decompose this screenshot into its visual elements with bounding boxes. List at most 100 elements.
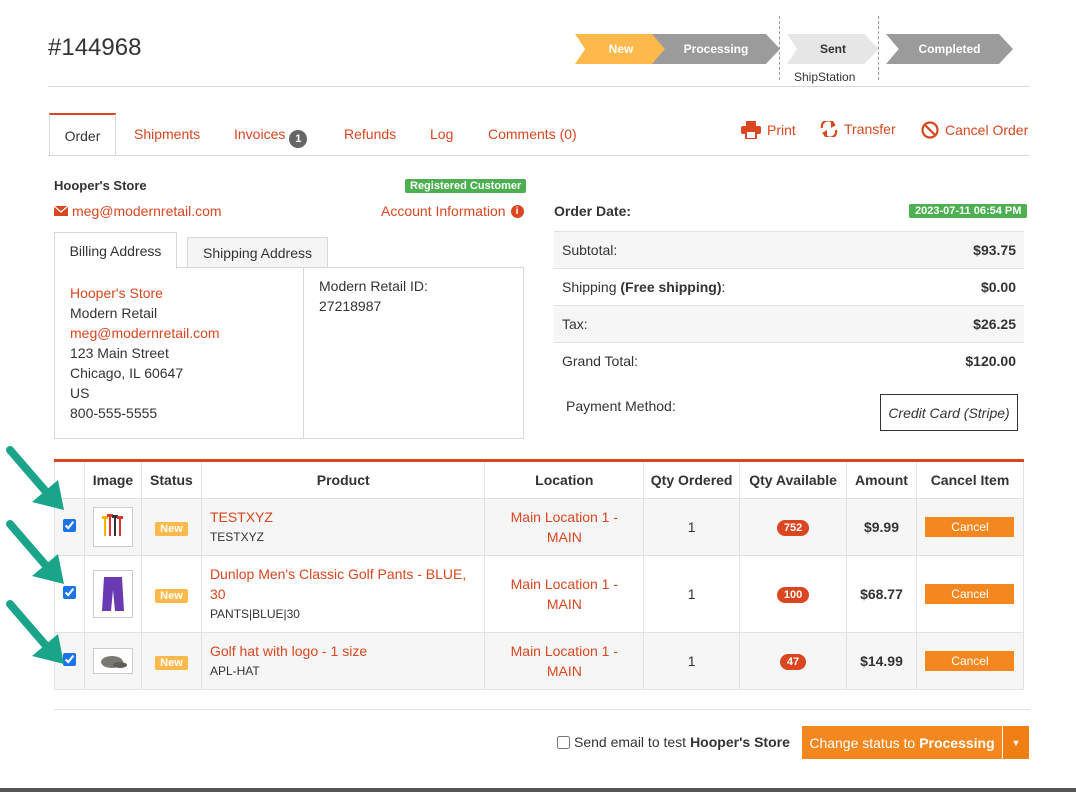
- product-sku: PANTS|BLUE|30: [209, 607, 300, 621]
- transfer-label: Transfer: [844, 121, 896, 137]
- ban-icon: [921, 121, 939, 139]
- product-sku: APL-HAT: [209, 664, 260, 678]
- annotation-arrow-icon: [6, 600, 64, 664]
- tab-order[interactable]: Order: [49, 113, 116, 156]
- account-information-label: Account Information: [381, 203, 506, 219]
- shipping-value: $0.00: [896, 268, 1024, 306]
- product-link[interactable]: Golf hat with logo - 1 size: [210, 641, 479, 661]
- row-image-cell: [83, 555, 142, 633]
- pipeline-step-completed[interactable]: Completed: [886, 34, 1013, 64]
- col-qty-ordered: Qty Ordered: [643, 460, 741, 499]
- product-sku: TESTXYZ: [209, 530, 264, 544]
- send-email-option[interactable]: Send email to test Hooper's Store: [557, 734, 790, 750]
- transfer-button[interactable]: Transfer: [820, 121, 896, 137]
- pipeline-step-new[interactable]: New: [575, 34, 667, 64]
- order-number: #144968: [48, 34, 142, 61]
- order-date-badge: 2023-07-11 06:54 PM: [909, 204, 1028, 218]
- qty-ordered: 1: [643, 555, 741, 633]
- print-button[interactable]: Print: [741, 121, 796, 139]
- address-panel-divider: [303, 267, 304, 439]
- row-cancel-cell: Cancel: [915, 555, 1025, 633]
- tab-invoices[interactable]: Invoices 1: [234, 126, 308, 148]
- caret-down-icon: ▼: [1011, 737, 1021, 748]
- table-row: New TESTXYZ TESTXYZ Main Location 1 - MA…: [54, 498, 1025, 556]
- cancel-item-button[interactable]: Cancel: [925, 651, 1015, 671]
- billing-company: Modern Retail: [70, 305, 158, 321]
- tax-value: $26.25: [896, 305, 1024, 343]
- location-link[interactable]: Main Location 1 - MAIN: [491, 507, 637, 547]
- cancel-order-label: Cancel Order: [945, 122, 1029, 138]
- col-qty-available: Qty Available: [739, 460, 847, 499]
- shipstation-divider-right: [878, 16, 879, 80]
- shipping-label-text: Shipping: [562, 279, 617, 295]
- tax-label: Tax:: [554, 305, 897, 343]
- row-checkbox[interactable]: [62, 586, 76, 599]
- tab-billing-address[interactable]: Billing Address: [54, 232, 177, 269]
- grand-total-label: Grand Total:: [554, 342, 897, 380]
- billing-street: 123 Main Street: [70, 345, 169, 361]
- subtotal-value: $93.75: [896, 231, 1024, 269]
- table-row: New Golf hat with logo - 1 size APL-HAT …: [54, 632, 1025, 690]
- row-qty-available-cell: 100: [739, 555, 847, 633]
- bottom-border: [0, 788, 1076, 792]
- item-amount: $14.99: [846, 632, 917, 690]
- print-label: Print: [767, 122, 796, 138]
- row-cancel-cell: Cancel: [915, 498, 1025, 556]
- pipeline-step-sent[interactable]: Sent: [787, 34, 879, 64]
- row-cancel-cell: Cancel: [915, 632, 1025, 690]
- row-product-cell: Dunlop Men's Classic Golf Pants - BLUE, …: [200, 555, 486, 633]
- qty-ordered: 1: [643, 498, 741, 556]
- modern-retail-id-value: 27218987: [319, 298, 382, 314]
- status-badge: New: [155, 655, 188, 670]
- table-row: New Dunlop Men's Classic Golf Pants - BL…: [54, 555, 1025, 633]
- col-cancel-item: Cancel Item: [915, 460, 1025, 499]
- subtotal-label: Subtotal:: [554, 231, 897, 269]
- header-divider: [48, 86, 1029, 87]
- purple-pants-icon: [92, 570, 133, 618]
- tab-comments[interactable]: Comments (0): [488, 126, 577, 142]
- registered-customer-badge: Registered Customer: [405, 179, 527, 193]
- status-dropdown-toggle[interactable]: ▼: [1003, 726, 1029, 759]
- invoices-count-badge: 1: [289, 130, 308, 148]
- qty-ordered: 1: [643, 632, 741, 690]
- billing-city: Chicago, IL 60647: [70, 365, 184, 381]
- printer-icon: [741, 121, 761, 139]
- flat-cap-icon: [92, 648, 133, 674]
- product-link[interactable]: TESTXYZ: [210, 507, 479, 527]
- tab-refunds[interactable]: Refunds: [344, 126, 396, 142]
- info-icon: i: [510, 204, 524, 218]
- row-location-cell: Main Location 1 - MAIN: [484, 632, 645, 690]
- transfer-icon: [820, 121, 838, 137]
- golf-tees-icon: [92, 507, 133, 547]
- send-email-checkbox[interactable]: [557, 735, 570, 749]
- cancel-item-button[interactable]: Cancel: [925, 517, 1015, 537]
- account-information-link[interactable]: Account Information i: [381, 203, 524, 219]
- customer-email-link[interactable]: meg@modernretail.com: [54, 203, 222, 219]
- row-product-cell: Golf hat with logo - 1 size APL-HAT: [200, 632, 486, 690]
- item-amount: $9.99: [846, 498, 917, 556]
- shipping-note: (Free shipping): [620, 279, 722, 295]
- tab-log[interactable]: Log: [430, 126, 453, 142]
- row-product-cell: TESTXYZ TESTXYZ: [200, 498, 486, 556]
- cancel-item-button[interactable]: Cancel: [925, 584, 1015, 604]
- payment-method-label: Payment Method:: [566, 398, 676, 414]
- tab-shipping-address[interactable]: Shipping Address: [187, 237, 328, 268]
- product-link[interactable]: Dunlop Men's Classic Golf Pants - BLUE, …: [210, 564, 479, 604]
- change-status-button[interactable]: Change status to Processing: [802, 726, 1002, 759]
- send-email-text: Send email to test: [574, 734, 687, 750]
- location-link[interactable]: Main Location 1 - MAIN: [491, 574, 637, 614]
- customer-store-name: Hooper's Store: [54, 178, 147, 193]
- tab-shipments[interactable]: Shipments: [134, 126, 200, 142]
- location-link[interactable]: Main Location 1 - MAIN: [491, 641, 637, 681]
- grand-total-value: $120.00: [896, 342, 1024, 380]
- customer-email: meg@modernretail.com: [72, 203, 222, 219]
- billing-email[interactable]: meg@modernretail.com: [70, 323, 220, 343]
- billing-name[interactable]: Hooper's Store: [70, 283, 220, 303]
- cancel-order-button[interactable]: Cancel Order: [921, 121, 1028, 139]
- row-qty-available-cell: 47: [739, 632, 847, 690]
- order-items-table: Image Status Product Location Qty Ordere…: [54, 459, 1025, 690]
- billing-country: US: [70, 385, 90, 401]
- modern-retail-id-label: Modern Retail ID:: [319, 278, 428, 294]
- pipeline-step-processing[interactable]: Processing: [652, 34, 780, 64]
- qty-available-badge: 100: [776, 587, 810, 603]
